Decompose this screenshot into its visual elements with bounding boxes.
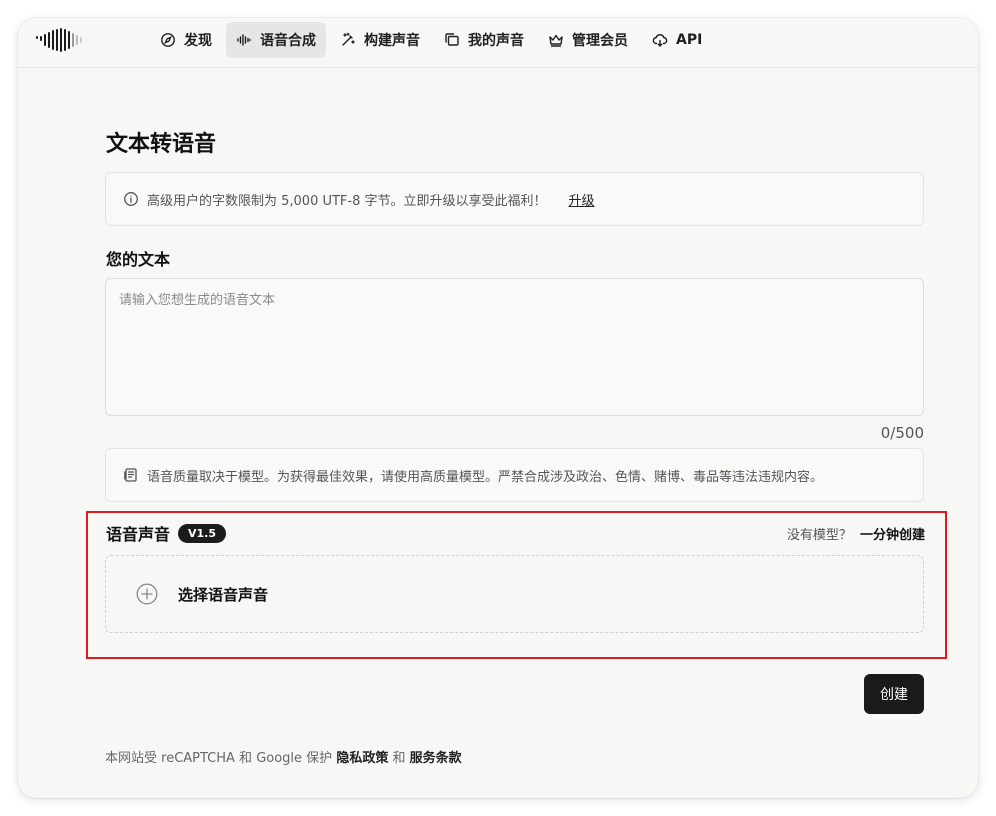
document-icon [124, 468, 137, 482]
nav-item-my-voices[interactable]: 我的声音 [434, 22, 534, 58]
notice-text: 高级用户的字数限制为 5,000 UTF-8 字节。立即升级以享受此福利！ [147, 193, 547, 209]
upgrade-notice: 高级用户的字数限制为 5,000 UTF-8 字节。立即升级以享受此福利！ 升级 [105, 172, 924, 226]
create-model-link[interactable]: 一分钟创建 [860, 528, 925, 543]
nav-item-label: 管理会员 [572, 33, 628, 49]
nav-item-api[interactable]: API [642, 22, 712, 58]
quality-notice-text: 语音质量取决于模型。为获得最佳效果，请使用高质量模型。严禁合成涉及政治、色情、赌… [147, 469, 824, 485]
crown-icon [549, 34, 563, 47]
info-icon [124, 192, 138, 206]
nav-item-label: 语音合成 [260, 33, 316, 49]
compass-icon [161, 33, 175, 47]
privacy-policy-link[interactable]: 隐私政策 [336, 751, 388, 766]
waveform-icon [237, 34, 251, 46]
version-badge: V1.5 [178, 523, 227, 543]
app-window: 发现 语音合成 构建声音 我的声音 管理会员 API 文本转语音 高级用户的字数… [18, 18, 978, 798]
folders-icon [445, 33, 459, 46]
plus-circle-icon [136, 583, 158, 605]
text-section-label: 您的文本 [106, 250, 171, 269]
char-counter: 0/500 [880, 424, 924, 442]
voice-section-title: 语音声音 [106, 525, 171, 544]
nav-item-discover[interactable]: 发现 [150, 22, 222, 58]
nav-item-label: API [676, 32, 703, 48]
quality-notice: 语音质量取决于模型。为获得最佳效果，请使用高质量模型。严禁合成涉及政治、色情、赌… [105, 448, 924, 502]
nav-item-label: 我的声音 [468, 33, 524, 49]
page-title: 文本转语音 [106, 132, 217, 157]
footer-prefix: 本网站受 reCAPTCHA 和 Google 保护 [105, 751, 333, 766]
footer-text: 本网站受 reCAPTCHA 和 Google 保护 隐私政策 和 服务条款 [105, 747, 462, 766]
main-nav: 发现 语音合成 构建声音 我的声音 管理会员 API [150, 22, 712, 58]
logo[interactable] [36, 28, 82, 52]
nav-item-membership[interactable]: 管理会员 [538, 22, 638, 58]
magic-wand-icon [342, 32, 355, 46]
nav-item-label: 发现 [184, 33, 212, 49]
text-input[interactable] [105, 278, 924, 416]
nav-item-build-voice[interactable]: 构建声音 [330, 22, 430, 58]
footer-and: 和 [392, 751, 406, 766]
top-nav-bar: 发现 语音合成 构建声音 我的声音 管理会员 API [18, 18, 978, 68]
cloud-api-icon [652, 34, 668, 47]
terms-of-service-link[interactable]: 服务条款 [410, 751, 462, 766]
select-voice-label: 选择语音声音 [178, 585, 269, 604]
create-button[interactable]: 创建 [864, 674, 924, 714]
select-voice-button[interactable]: 选择语音声音 [105, 555, 924, 633]
upgrade-link[interactable]: 升级 [569, 190, 595, 209]
nav-item-label: 构建声音 [364, 33, 420, 49]
nav-item-tts[interactable]: 语音合成 [226, 22, 326, 58]
create-model-hint: 没有模型？ 一分钟创建 [787, 524, 925, 543]
no-model-text: 没有模型？ [786, 527, 852, 543]
voice-section-header: 语音声音 V1.5 没有模型？ 一分钟创建 [106, 521, 925, 545]
